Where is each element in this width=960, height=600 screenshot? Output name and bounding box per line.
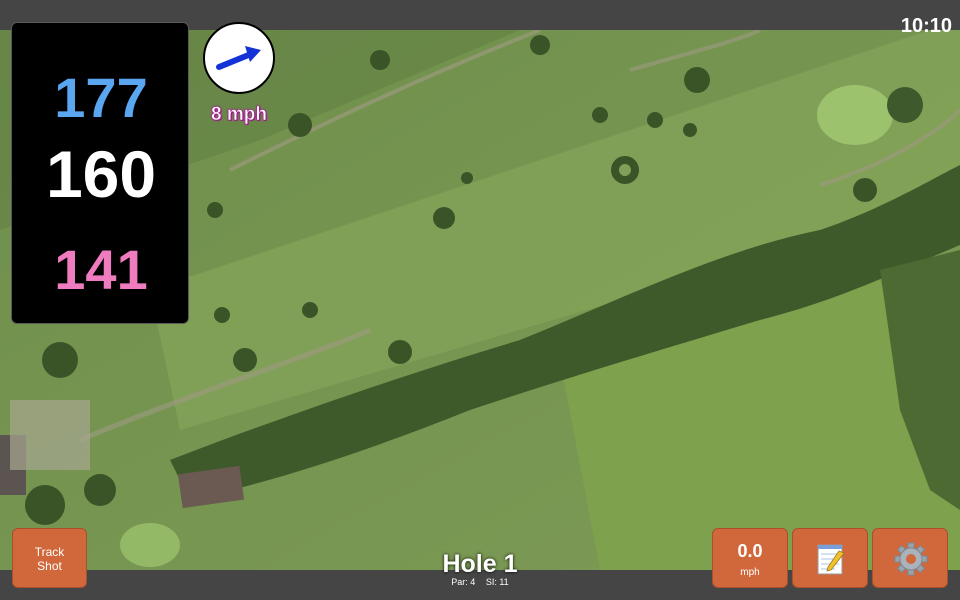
hole-title: Hole 1 <box>442 550 518 578</box>
gear-icon <box>894 542 928 576</box>
distance-panel: 177 160 141 <box>11 22 189 324</box>
distance-front: 141 <box>54 238 148 301</box>
speed-unit: mph <box>740 567 760 578</box>
hole-stroke-index: SI: 11 <box>485 577 509 587</box>
wind-indicator <box>203 22 275 94</box>
track-shot-label: Track Shot <box>34 545 65 573</box>
notes-button[interactable] <box>792 528 868 588</box>
distance-middle: 160 <box>45 137 157 211</box>
settings-button[interactable] <box>872 528 948 588</box>
hole-info: Par: 4 SI: 11 <box>380 577 580 587</box>
notepad-icon <box>817 544 845 575</box>
clock-time: 10:10 <box>900 15 952 37</box>
hole-par: Par: 4 <box>451 577 476 587</box>
wind-speed-label: 8 mph <box>211 104 268 126</box>
track-shot-button[interactable]: Track Shot <box>12 528 87 588</box>
distance-back: 177 <box>54 66 148 129</box>
wind-arrow-icon <box>216 46 261 70</box>
speed-button[interactable]: 0.0 mph <box>712 528 788 588</box>
speed-value: 0.0 <box>737 541 763 561</box>
